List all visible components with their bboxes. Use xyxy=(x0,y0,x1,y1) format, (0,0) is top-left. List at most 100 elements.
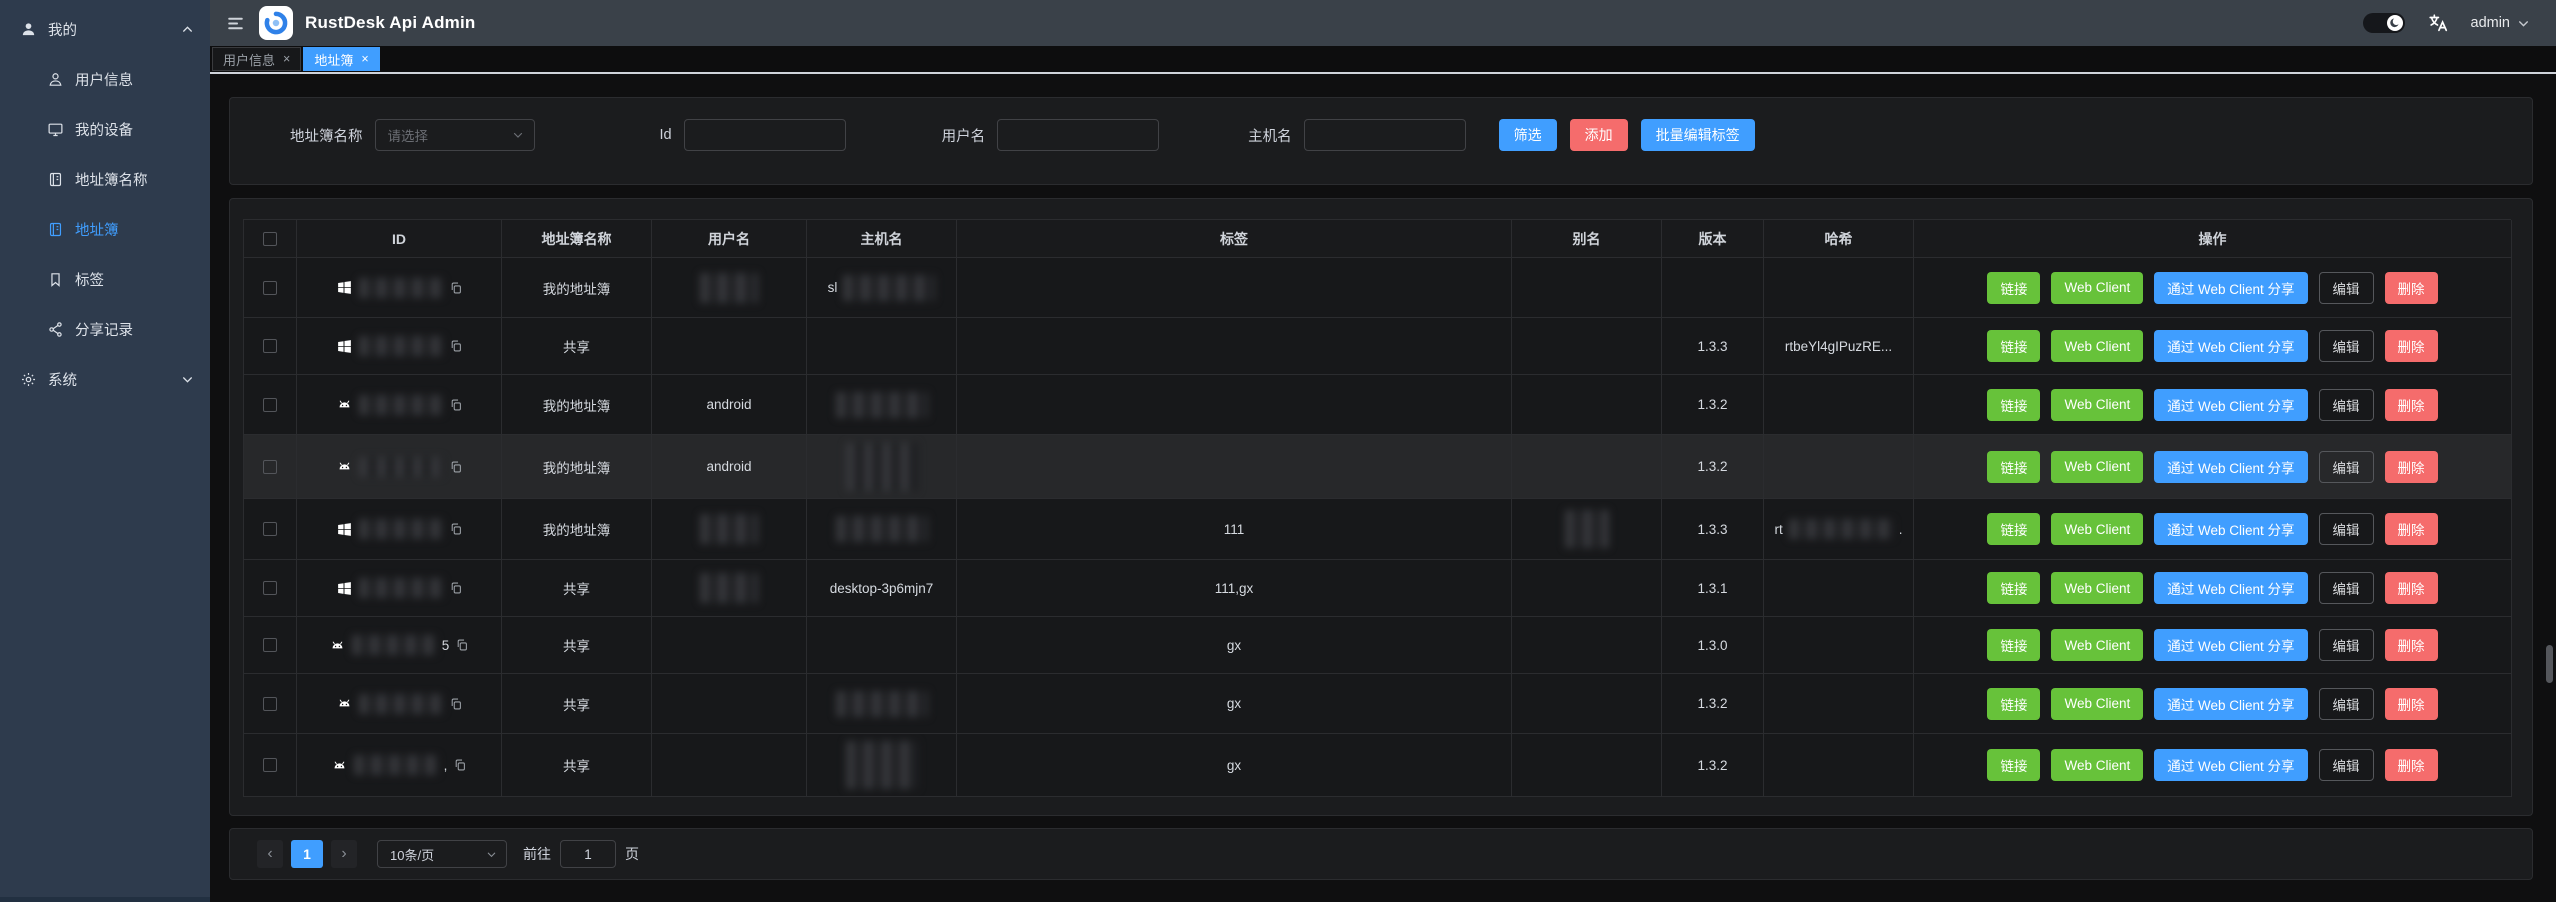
dark-mode-toggle[interactable] xyxy=(2363,13,2405,33)
add-button[interactable]: 添加 xyxy=(1570,119,1628,151)
link-button[interactable]: 链接 xyxy=(1987,513,2040,545)
link-button[interactable]: 链接 xyxy=(1987,389,2040,421)
web-client-button[interactable]: Web Client xyxy=(2051,749,2143,781)
copy-icon[interactable] xyxy=(449,522,463,536)
delete-button[interactable]: 删除 xyxy=(2385,629,2438,661)
edit-button[interactable]: 编辑 xyxy=(2319,513,2374,545)
page-size-select[interactable]: 10条/页 xyxy=(377,840,507,868)
edit-button[interactable]: 编辑 xyxy=(2319,572,2374,604)
delete-button[interactable]: 删除 xyxy=(2385,451,2438,483)
edit-button[interactable]: 编辑 xyxy=(2319,749,2374,781)
delete-button[interactable]: 删除 xyxy=(2385,572,2438,604)
sidebar-item-1[interactable]: 用户信息 xyxy=(0,54,210,104)
copy-icon[interactable] xyxy=(449,460,463,474)
share-via-web-client-button[interactable]: 通过 Web Client 分享 xyxy=(2154,330,2307,362)
row-checkbox[interactable] xyxy=(263,339,277,353)
tab-close-icon[interactable]: × xyxy=(283,52,290,66)
tab-1[interactable]: 地址簿× xyxy=(303,47,379,71)
sidebar-item-4[interactable]: 地址簿 xyxy=(0,204,210,254)
row-checkbox[interactable] xyxy=(263,581,277,595)
delete-button[interactable]: 删除 xyxy=(2385,749,2438,781)
windows-icon xyxy=(336,580,353,597)
sidebar-item-0[interactable]: 我的 xyxy=(0,4,210,54)
share-via-web-client-button[interactable]: 通过 Web Client 分享 xyxy=(2154,629,2307,661)
row-checkbox[interactable] xyxy=(263,398,277,412)
copy-icon[interactable] xyxy=(455,638,469,652)
sidebar-item-6[interactable]: 分享记录 xyxy=(0,304,210,354)
cell-id xyxy=(297,674,502,734)
row-checkbox[interactable] xyxy=(263,460,277,474)
copy-icon[interactable] xyxy=(449,281,463,295)
web-client-button[interactable]: Web Client xyxy=(2051,572,2143,604)
share-via-web-client-button[interactable]: 通过 Web Client 分享 xyxy=(2154,572,2307,604)
row-checkbox[interactable] xyxy=(263,281,277,295)
link-button[interactable]: 链接 xyxy=(1987,572,2040,604)
user-filled-icon xyxy=(20,21,37,38)
cell-id xyxy=(297,258,502,318)
share-via-web-client-button[interactable]: 通过 Web Client 分享 xyxy=(2154,451,2307,483)
cell-text: gx xyxy=(1227,638,1241,653)
web-client-button[interactable]: Web Client xyxy=(2051,629,2143,661)
link-button[interactable]: 链接 xyxy=(1987,749,2040,781)
edit-button[interactable]: 编辑 xyxy=(2319,330,2374,362)
link-button[interactable]: 链接 xyxy=(1987,629,2040,661)
link-button[interactable]: 链接 xyxy=(1987,451,2040,483)
row-checkbox[interactable] xyxy=(263,697,277,711)
addressbook-name-select[interactable]: 请选择 xyxy=(375,119,535,151)
link-button[interactable]: 链接 xyxy=(1987,330,2040,362)
batch-edit-tags-button[interactable]: 批量编辑标签 xyxy=(1641,119,1755,151)
cell-hostname: desktop-3p6mjn7 xyxy=(807,560,957,617)
header-cell-1: 地址簿名称 xyxy=(502,220,652,258)
delete-button[interactable]: 删除 xyxy=(2385,272,2438,304)
page-number-button[interactable]: 1 xyxy=(291,840,323,868)
row-checkbox[interactable] xyxy=(263,522,277,536)
id-input[interactable] xyxy=(684,119,846,151)
share-via-web-client-button[interactable]: 通过 Web Client 分享 xyxy=(2154,389,2307,421)
sidebar-item-3[interactable]: 地址簿名称 xyxy=(0,154,210,204)
web-client-button[interactable]: Web Client xyxy=(2051,389,2143,421)
copy-icon[interactable] xyxy=(449,398,463,412)
collapse-menu-icon[interactable] xyxy=(226,14,245,33)
next-page-button[interactable]: › xyxy=(331,840,357,868)
translate-icon[interactable] xyxy=(2427,12,2449,34)
edit-button[interactable]: 编辑 xyxy=(2319,629,2374,661)
share-via-web-client-button[interactable]: 通过 Web Client 分享 xyxy=(2154,749,2307,781)
web-client-button[interactable]: Web Client xyxy=(2051,688,2143,720)
web-client-button[interactable]: Web Client xyxy=(2051,330,2143,362)
web-client-button[interactable]: Web Client xyxy=(2051,451,2143,483)
edit-button[interactable]: 编辑 xyxy=(2319,389,2374,421)
share-via-web-client-button[interactable]: 通过 Web Client 分享 xyxy=(2154,272,2307,304)
edit-button[interactable]: 编辑 xyxy=(2319,688,2374,720)
delete-button[interactable]: 删除 xyxy=(2385,688,2438,720)
edit-button[interactable]: 编辑 xyxy=(2319,272,2374,304)
row-checkbox[interactable] xyxy=(263,232,277,246)
delete-button[interactable]: 删除 xyxy=(2385,330,2438,362)
goto-page-input[interactable] xyxy=(560,840,616,868)
copy-icon[interactable] xyxy=(449,697,463,711)
edit-button[interactable]: 编辑 xyxy=(2319,451,2374,483)
prev-page-button[interactable]: ‹ xyxy=(257,840,283,868)
sidebar-item-2[interactable]: 我的设备 xyxy=(0,104,210,154)
scrollbar-thumb[interactable] xyxy=(2546,645,2553,683)
delete-button[interactable]: 删除 xyxy=(2385,513,2438,545)
share-via-web-client-button[interactable]: 通过 Web Client 分享 xyxy=(2154,688,2307,720)
copy-icon[interactable] xyxy=(449,339,463,353)
tab-close-icon[interactable]: × xyxy=(361,52,368,66)
share-via-web-client-button[interactable]: 通过 Web Client 分享 xyxy=(2154,513,2307,545)
copy-icon[interactable] xyxy=(449,581,463,595)
web-client-button[interactable]: Web Client xyxy=(2051,272,2143,304)
row-checkbox[interactable] xyxy=(263,638,277,652)
sidebar-item-5[interactable]: 标签 xyxy=(0,254,210,304)
filter-button[interactable]: 筛选 xyxy=(1499,119,1557,151)
copy-icon[interactable] xyxy=(453,758,467,772)
link-button[interactable]: 链接 xyxy=(1987,272,2040,304)
user-menu[interactable]: admin xyxy=(2471,15,2531,31)
username-input[interactable] xyxy=(997,119,1159,151)
hostname-input[interactable] xyxy=(1304,119,1466,151)
web-client-button[interactable]: Web Client xyxy=(2051,513,2143,545)
delete-button[interactable]: 删除 xyxy=(2385,389,2438,421)
sidebar-item-7[interactable]: 系统 xyxy=(0,354,210,404)
tab-0[interactable]: 用户信息× xyxy=(212,47,301,71)
link-button[interactable]: 链接 xyxy=(1987,688,2040,720)
row-checkbox[interactable] xyxy=(263,758,277,772)
